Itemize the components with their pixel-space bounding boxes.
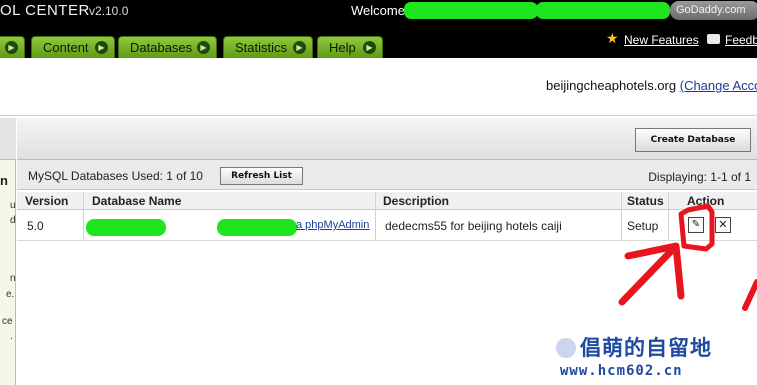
watermark-url: www.hcm602.cn	[560, 363, 683, 379]
watermark-title: 倡萌的自留地	[580, 336, 712, 360]
annotation-stroke-fragment	[742, 279, 757, 311]
watermark-logo-icon	[556, 338, 576, 358]
annotation-circle	[678, 203, 715, 252]
annotation-arrow	[618, 242, 685, 306]
red-annotation-overlay	[618, 203, 757, 311]
